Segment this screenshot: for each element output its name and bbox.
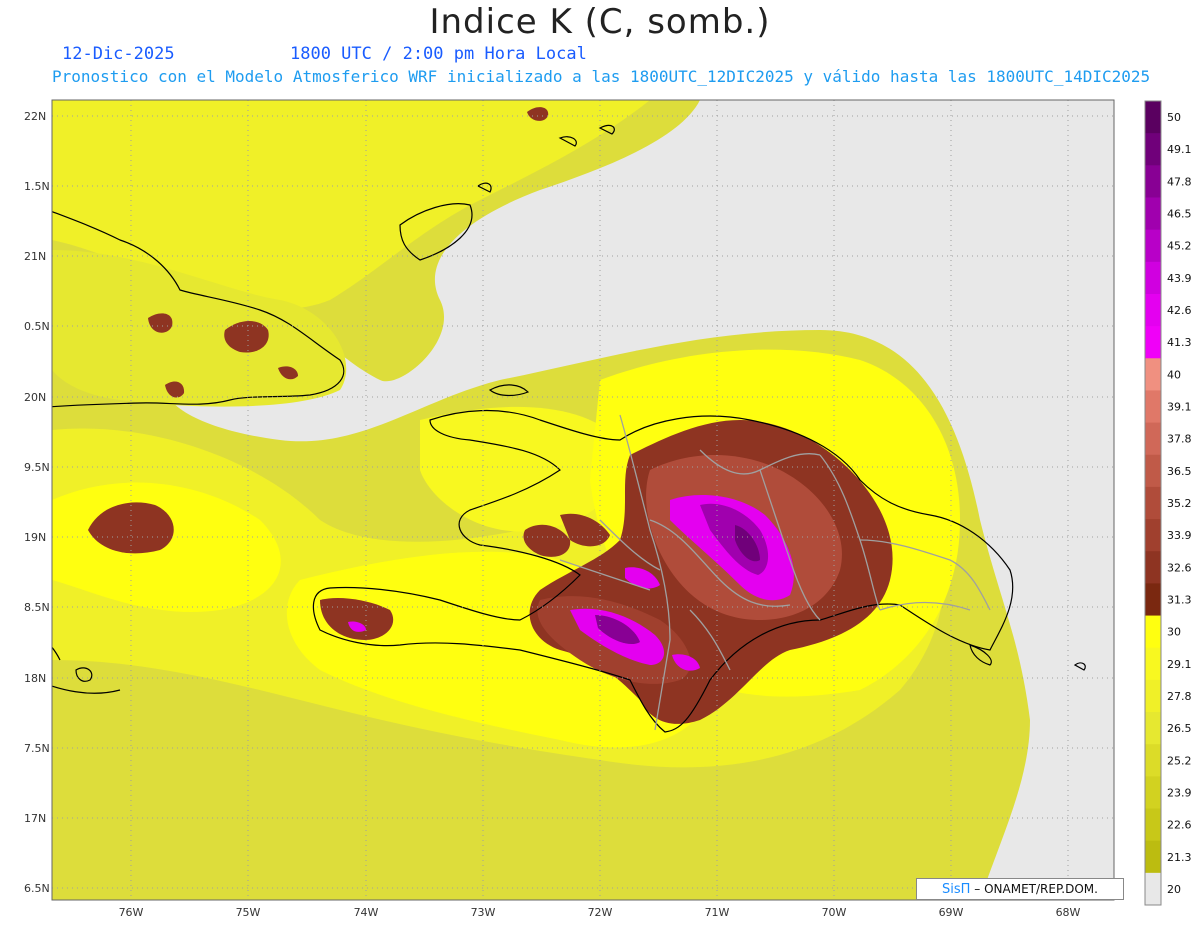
lon-label: 74W: [354, 906, 379, 919]
lat-label: 9.5N: [24, 461, 50, 474]
colorbar-swatch: [1145, 583, 1161, 617]
lon-label: 75W: [236, 906, 261, 919]
colorbar-swatch: [1145, 744, 1161, 777]
colorbar-label: 33.9: [1167, 529, 1192, 542]
colorbar-label: 41.3: [1167, 336, 1192, 349]
colorbar-label: 49.1: [1167, 143, 1192, 156]
colorbar-swatch: [1145, 261, 1161, 295]
lat-label: 0.5N: [24, 320, 50, 333]
colorbar-label: 22.6: [1167, 819, 1192, 832]
colorbar-label: 26.5: [1167, 722, 1192, 735]
colorbar-swatch: [1145, 165, 1161, 198]
colorbar-label: 37.8: [1167, 433, 1192, 446]
colorbar-swatch: [1145, 551, 1161, 584]
lon-label: 72W: [588, 906, 613, 919]
colorbar-label: 43.9: [1167, 272, 1192, 285]
colorbar-label: 20: [1167, 883, 1181, 896]
colorbar-swatch: [1145, 390, 1161, 424]
colorbar-swatch: [1145, 840, 1161, 874]
colorbar-swatch: [1145, 293, 1161, 327]
credit-box: SisΠ – ONAMET/REP.DOM.: [916, 878, 1124, 900]
lon-axis: 76W 75W 74W 73W 72W 71W 70W 69W 68W: [119, 906, 1081, 919]
lat-label: 21N: [24, 250, 46, 263]
lat-label: 7.5N: [24, 742, 50, 755]
credit-text: – ONAMET/REP.DOM.: [974, 882, 1098, 896]
colorbar-label: 40: [1167, 368, 1181, 381]
lat-label: 6.5N: [24, 882, 50, 895]
colorbar-swatch: [1145, 712, 1161, 745]
colorbar-label: 31.3: [1167, 593, 1192, 606]
colorbar-label: 50: [1167, 111, 1181, 124]
colorbar: 50 49.1 47.8 46.5 45.2 43.9 42.6 41.3 40 39.1 37.8…: [1144, 100, 1192, 906]
lon-label: 69W: [939, 906, 964, 919]
lon-label: 68W: [1056, 906, 1081, 919]
colorbar-label: 23.9: [1167, 786, 1192, 799]
lat-label: 22N: [24, 110, 46, 123]
colorbar-swatch: [1145, 776, 1161, 810]
colorbar-swatch: [1145, 679, 1161, 713]
lon-label: 76W: [119, 906, 144, 919]
colorbar-swatch: [1145, 808, 1161, 842]
colorbar-swatch: [1145, 486, 1161, 520]
lat-label: 18N: [24, 672, 46, 685]
colorbar-label: 30: [1167, 626, 1181, 639]
colorbar-label: 27.8: [1167, 690, 1192, 703]
colorbar-swatch: [1145, 647, 1161, 681]
lat-label: 8.5N: [24, 601, 50, 614]
colorbar-label: 36.5: [1167, 465, 1192, 478]
colorbar-label: 25.2: [1167, 754, 1192, 767]
colorbar-label: 42.6: [1167, 304, 1192, 317]
colorbar-swatch: [1145, 101, 1161, 134]
colorbar-label: 32.6: [1167, 561, 1192, 574]
colorbar-label: 39.1: [1167, 401, 1192, 414]
lat-label: 20N: [24, 391, 46, 404]
colorbar-label: 45.2: [1167, 240, 1192, 253]
lat-label: 1.5N: [24, 180, 50, 193]
lat-label: 17N: [24, 812, 46, 825]
colorbar-swatch: [1145, 133, 1161, 166]
lon-label: 70W: [822, 906, 847, 919]
brand-logo: SisΠ: [942, 882, 971, 897]
lat-axis: 22N 1.5N 21N 0.5N 20N 9.5N 19N 8.5N 18N …: [24, 110, 50, 895]
colorbar-label: 47.8: [1167, 175, 1192, 188]
colorbar-swatch: [1145, 519, 1161, 552]
colorbar-swatch: [1145, 454, 1161, 488]
lon-label: 73W: [471, 906, 496, 919]
colorbar-label: 35.2: [1167, 497, 1192, 510]
lon-label: 71W: [705, 906, 730, 919]
colorbar-swatch: [1145, 872, 1161, 906]
colorbar-swatch: [1145, 615, 1161, 649]
colorbar-swatch: [1145, 422, 1161, 456]
colorbar-swatch: [1145, 358, 1161, 391]
lat-label: 19N: [24, 531, 46, 544]
colorbar-label: 29.1: [1167, 658, 1192, 671]
colorbar-label: 21.3: [1167, 851, 1192, 864]
colorbar-swatch: [1145, 197, 1161, 231]
colorbar-swatch: [1145, 229, 1161, 263]
colorbar-label: 46.5: [1167, 208, 1192, 221]
colorbar-swatch: [1145, 326, 1161, 359]
forecast-map: 22N 1.5N 21N 0.5N 20N 9.5N 19N 8.5N 18N …: [24, 99, 1192, 919]
